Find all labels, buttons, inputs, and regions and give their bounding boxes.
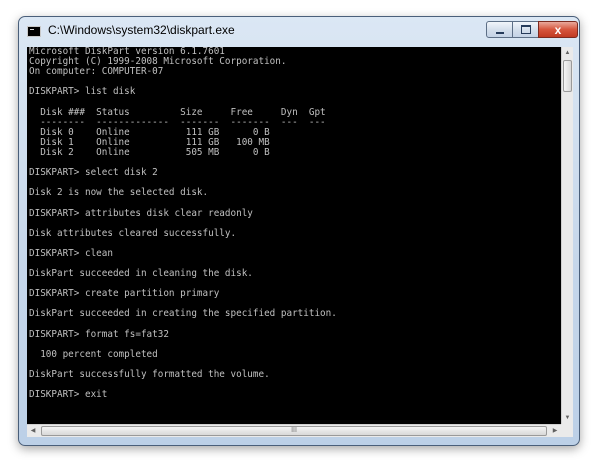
vertical-scrollbar[interactable]: ▲ ▼ <box>561 47 573 424</box>
console-line: DISKPART> select disk 2 <box>29 167 158 179</box>
scroll-grip-icon: III <box>291 427 297 434</box>
console-line: DISKPART> create partition primary <box>29 288 220 300</box>
scroll-right-arrow-icon[interactable]: ▶ <box>549 425 561 437</box>
horizontal-scrollbar[interactable]: ◀ III ▶ <box>27 424 561 437</box>
console-line: 100 percent completed <box>29 348 158 360</box>
console-output[interactable]: Microsoft DiskPart version 6.1.7601 Copyr… <box>27 47 561 424</box>
console-line: DiskPart succeeded in creating the speci… <box>29 308 337 320</box>
maximize-button[interactable] <box>512 21 539 38</box>
console-window: C:\Windows\system32\diskpart.exe x Micro… <box>18 16 580 446</box>
console-line: On computer: COMPUTER-07 <box>29 66 164 78</box>
minimize-button[interactable] <box>486 21 513 38</box>
console-line: DISKPART> list disk <box>29 86 136 98</box>
close-icon: x <box>554 22 562 37</box>
console-text: Microsoft DiskPart version 6.1.7601 Copyr… <box>27 47 561 400</box>
console-line: Disk 2 Online 505 MB 0 B <box>29 146 270 158</box>
scroll-left-arrow-icon[interactable]: ◀ <box>27 425 39 437</box>
minimize-icon <box>495 31 504 34</box>
maximize-icon <box>520 25 531 34</box>
window-title: C:\Windows\system32\diskpart.exe <box>48 23 235 37</box>
scrollbar-corner <box>561 424 573 437</box>
console-line: DISKPART> exit <box>29 389 108 401</box>
console-line: Disk 2 is now the selected disk. <box>29 187 209 199</box>
console-line: DISKPART> attributes disk clear readonly <box>29 207 253 219</box>
scroll-up-arrow-icon[interactable]: ▲ <box>562 47 573 59</box>
console-line: DiskPart successfully formatted the volu… <box>29 369 270 380</box>
console-line: DISKPART> format fs=fat32 <box>29 328 169 340</box>
scroll-down-arrow-icon[interactable]: ▼ <box>562 412 573 424</box>
vertical-scroll-thumb[interactable] <box>563 60 572 92</box>
close-button[interactable]: x <box>538 21 578 38</box>
console-line: DISKPART> clean <box>29 247 113 259</box>
console-app-icon[interactable] <box>27 26 41 37</box>
horizontal-scroll-thumb[interactable]: III <box>41 426 547 436</box>
title-bar[interactable]: C:\Windows\system32\diskpart.exe x <box>19 17 579 47</box>
console-line: DiskPart succeeded in cleaning the disk. <box>29 268 253 280</box>
console-line: Disk attributes cleared successfully. <box>29 227 237 239</box>
